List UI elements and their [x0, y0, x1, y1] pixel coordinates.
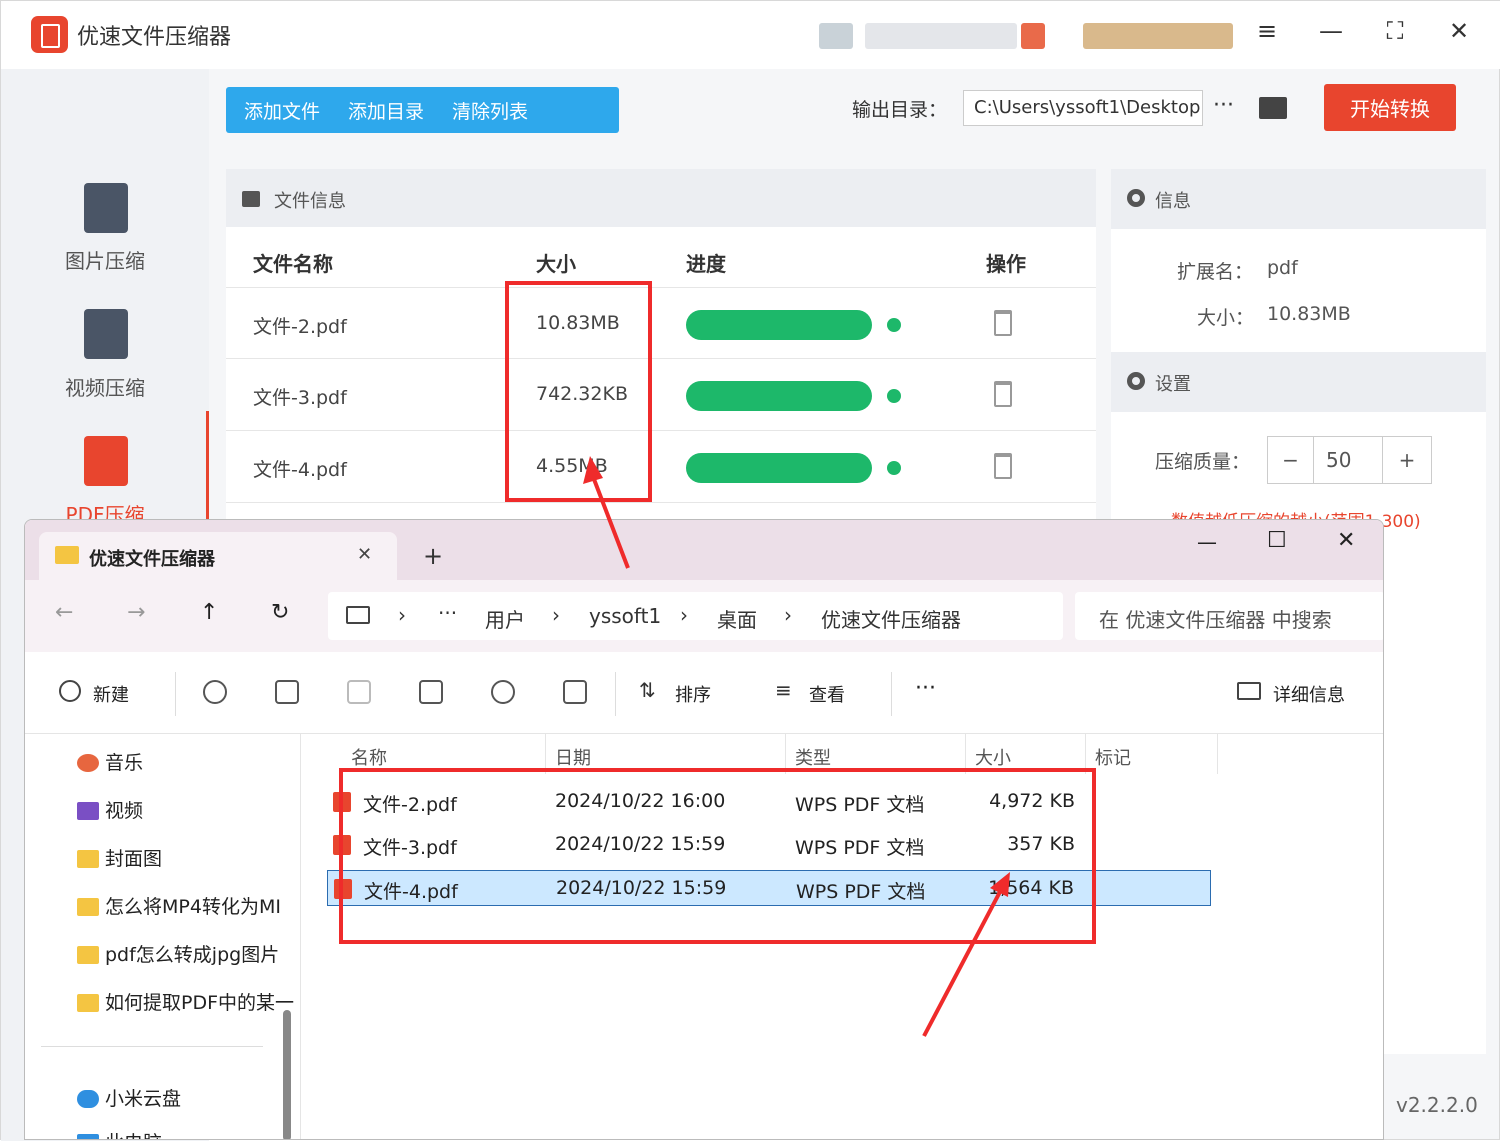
annotation-arrow — [590, 473, 630, 569]
arrow-head-icon — [583, 456, 603, 484]
annotation-arrows — [583, 456, 1010, 1037]
annotation-arrow — [922, 887, 1004, 1037]
